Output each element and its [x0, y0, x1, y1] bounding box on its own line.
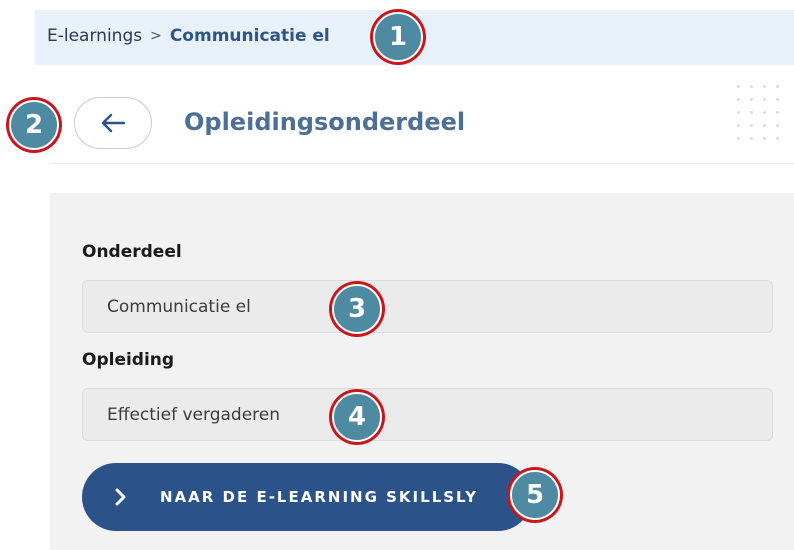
- back-button[interactable]: [74, 97, 152, 149]
- annotation-marker-2: 2: [6, 97, 62, 153]
- arrow-left-icon: [101, 113, 126, 133]
- annotation-marker-5: 5: [507, 467, 563, 523]
- breadcrumb-link-elearnings[interactable]: E-learnings: [47, 26, 142, 46]
- opleiding-field: Effectief vergaderen: [82, 388, 773, 441]
- annotation-marker-number: 3: [332, 284, 382, 334]
- breadcrumb-current: Communicatie el: [169, 26, 330, 46]
- open-elearning-button[interactable]: NAAR DE E-LEARNING SKILLSLY: [82, 463, 532, 531]
- annotation-marker-number: 4: [332, 392, 382, 442]
- annotation-marker-number: 5: [510, 470, 560, 520]
- annotation-marker-3: 3: [329, 281, 385, 337]
- chevron-right-icon: [114, 488, 132, 506]
- onderdeel-label: Onderdeel: [82, 242, 182, 262]
- breadcrumb: E-learnings > Communicatie el: [47, 26, 330, 46]
- annotation-marker-number: 2: [9, 100, 59, 150]
- annotation-marker-number: 1: [373, 12, 423, 62]
- annotation-marker-1: 1: [370, 9, 426, 65]
- decorative-dot-pattern: [732, 80, 784, 144]
- page-header: Opleidingsonderdeel: [50, 80, 794, 164]
- page-title: Opleidingsonderdeel: [184, 108, 466, 136]
- annotation-marker-4: 4: [329, 389, 385, 445]
- breadcrumb-separator: >: [150, 28, 162, 44]
- opleiding-label: Opleiding: [82, 350, 175, 370]
- detail-panel: Onderdeel Communicatie el Opleiding Effe…: [50, 193, 794, 550]
- open-elearning-label: NAAR DE E-LEARNING SKILLSLY: [160, 488, 479, 506]
- onderdeel-field: Communicatie el: [82, 280, 773, 333]
